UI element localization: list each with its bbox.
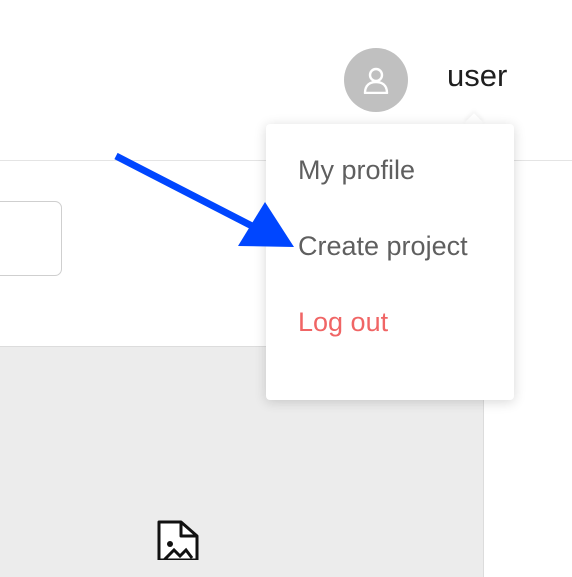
user-icon <box>363 67 389 94</box>
username-label[interactable]: user <box>447 57 507 95</box>
user-avatar[interactable] <box>344 48 408 112</box>
user-dropdown-menu: My profile Create project Log out <box>266 124 514 400</box>
menu-item-my-profile[interactable]: My profile <box>298 154 415 186</box>
menu-item-create-project[interactable]: Create project <box>298 230 468 262</box>
text-input[interactable] <box>0 201 62 276</box>
broken-image-file-icon <box>157 520 199 560</box>
menu-item-log-out[interactable]: Log out <box>298 306 388 338</box>
